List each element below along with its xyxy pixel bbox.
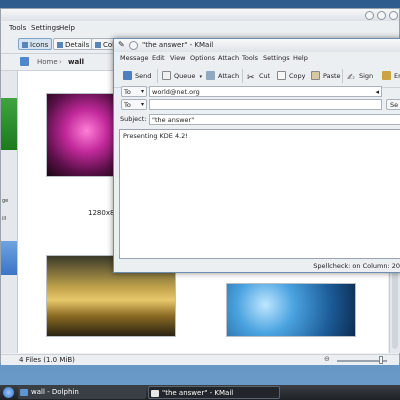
file-thumbnail-bokeh[interactable] <box>226 283 356 337</box>
task-kmail[interactable]: "the answer" - KMail <box>148 386 280 399</box>
attach-icon <box>206 71 215 80</box>
menu-help[interactable]: Help <box>293 54 308 62</box>
places-panel: ge ill <box>1 71 18 353</box>
place-label-2: ill <box>2 216 7 222</box>
sign-button[interactable]: ✍ Sign <box>347 70 373 83</box>
status-text: 4 Files (1.0 MiB) <box>19 356 75 364</box>
columns-view-icon <box>95 42 101 48</box>
send-to-button[interactable]: Se <box>386 99 400 110</box>
kmail-menubar: Message Edit View Options Attach Tools S… <box>114 53 400 64</box>
paste-button[interactable]: Paste <box>311 70 341 82</box>
breadcrumb-current[interactable]: wall <box>68 58 84 66</box>
queue-button[interactable]: Queue ▾ <box>162 70 202 82</box>
sign-icon: ✍ <box>347 73 355 83</box>
kmail-composer-window: ✎ "the answer" - KMail Message Edit View… <box>113 38 400 273</box>
kmail-toolbar: Send Queue ▾ Attach ✂ Cut Copy Paste ✍ Sig… <box>114 65 400 88</box>
menu-help[interactable]: Help <box>59 24 75 32</box>
mail-icon <box>151 390 159 397</box>
message-body-text: Presenting KDE 4.2! <box>123 132 188 140</box>
zoom-slider-handle[interactable] <box>379 356 383 364</box>
view-icons-button[interactable]: Icons <box>18 38 53 50</box>
file-thumbnail-flower[interactable] <box>46 93 114 177</box>
minimize-button[interactable] <box>365 11 374 20</box>
view-details-button[interactable]: Details <box>53 38 94 50</box>
kmail-window-menu-button[interactable] <box>129 41 138 50</box>
close-button[interactable] <box>389 11 398 20</box>
kmail-titlebar[interactable]: ✎ "the answer" - KMail <box>114 39 400 52</box>
place-label-1: ge <box>2 198 9 204</box>
recipient-field-2[interactable] <box>149 99 382 110</box>
maximize-button[interactable] <box>377 11 386 20</box>
menu-tools[interactable]: Tools <box>242 54 258 62</box>
home-folder-icon <box>20 57 29 66</box>
folder-icon <box>20 389 28 396</box>
dolphin-menubar: Tools Settings Help <box>1 22 399 34</box>
clear-field-icon[interactable]: ◂ <box>375 87 379 97</box>
breadcrumb-home[interactable]: Home <box>37 58 58 66</box>
copy-button[interactable]: Copy <box>277 70 306 82</box>
taskbar: wall - Dolphin "the answer" - KMail <box>0 385 400 400</box>
details-view-icon <box>57 42 63 48</box>
place-item-blue[interactable] <box>1 241 17 275</box>
message-body-editor[interactable]: Presenting KDE 4.2! <box>119 129 400 259</box>
place-item-green[interactable] <box>1 98 17 150</box>
copy-icon <box>277 71 286 80</box>
kmail-app-icon: ✎ <box>118 40 125 49</box>
attach-button[interactable]: Attach <box>206 70 239 82</box>
zoom-out-icon[interactable]: ⊖ <box>324 355 330 363</box>
dolphin-statusbar: 4 Files (1.0 MiB) ⊖ <box>1 354 399 365</box>
recipient-type-select-2[interactable]: To ▾ <box>121 99 147 110</box>
send-icon <box>123 71 132 80</box>
menu-options[interactable]: Options <box>190 54 215 62</box>
application-launcher-icon[interactable] <box>3 387 14 398</box>
chevron-down-icon: ▾ <box>140 101 144 108</box>
menu-edit[interactable]: Edit <box>152 54 165 62</box>
menu-settings[interactable]: Settings <box>31 24 60 32</box>
cut-icon: ✂ <box>247 73 255 83</box>
breadcrumb-separator: › <box>59 58 62 66</box>
toolbar-separator <box>342 69 343 83</box>
recipient-type-select-1[interactable]: To ▾ <box>121 86 147 97</box>
toolbar-separator <box>157 69 158 83</box>
icons-view-icon <box>22 42 28 48</box>
queue-icon <box>162 71 171 80</box>
send-button[interactable]: Send <box>123 70 151 82</box>
kmail-status: Spellcheck: on Column: 20 <box>313 262 400 270</box>
encrypt-button[interactable]: En <box>382 70 400 82</box>
subject-label: Subject: <box>120 115 147 123</box>
menu-message[interactable]: Message <box>120 54 149 62</box>
encrypt-icon <box>382 71 391 80</box>
recipient-field-1[interactable]: world@net.org ◂ <box>149 86 382 97</box>
menu-view[interactable]: View <box>170 54 185 62</box>
subject-field[interactable]: "the answer" <box>149 114 400 125</box>
chevron-down-icon: ▾ <box>140 88 144 95</box>
kmail-window-title: "the answer" - KMail <box>142 41 214 49</box>
menu-settings[interactable]: Settings <box>263 54 290 62</box>
task-dolphin[interactable]: wall - Dolphin <box>18 386 146 399</box>
toolbar-separator <box>242 69 243 83</box>
menu-tools[interactable]: Tools <box>9 24 26 32</box>
cut-button[interactable]: ✂ Cut <box>247 70 270 83</box>
menu-attach[interactable]: Attach <box>218 54 239 62</box>
paste-icon <box>311 71 320 80</box>
dolphin-titlebar[interactable] <box>1 9 399 21</box>
